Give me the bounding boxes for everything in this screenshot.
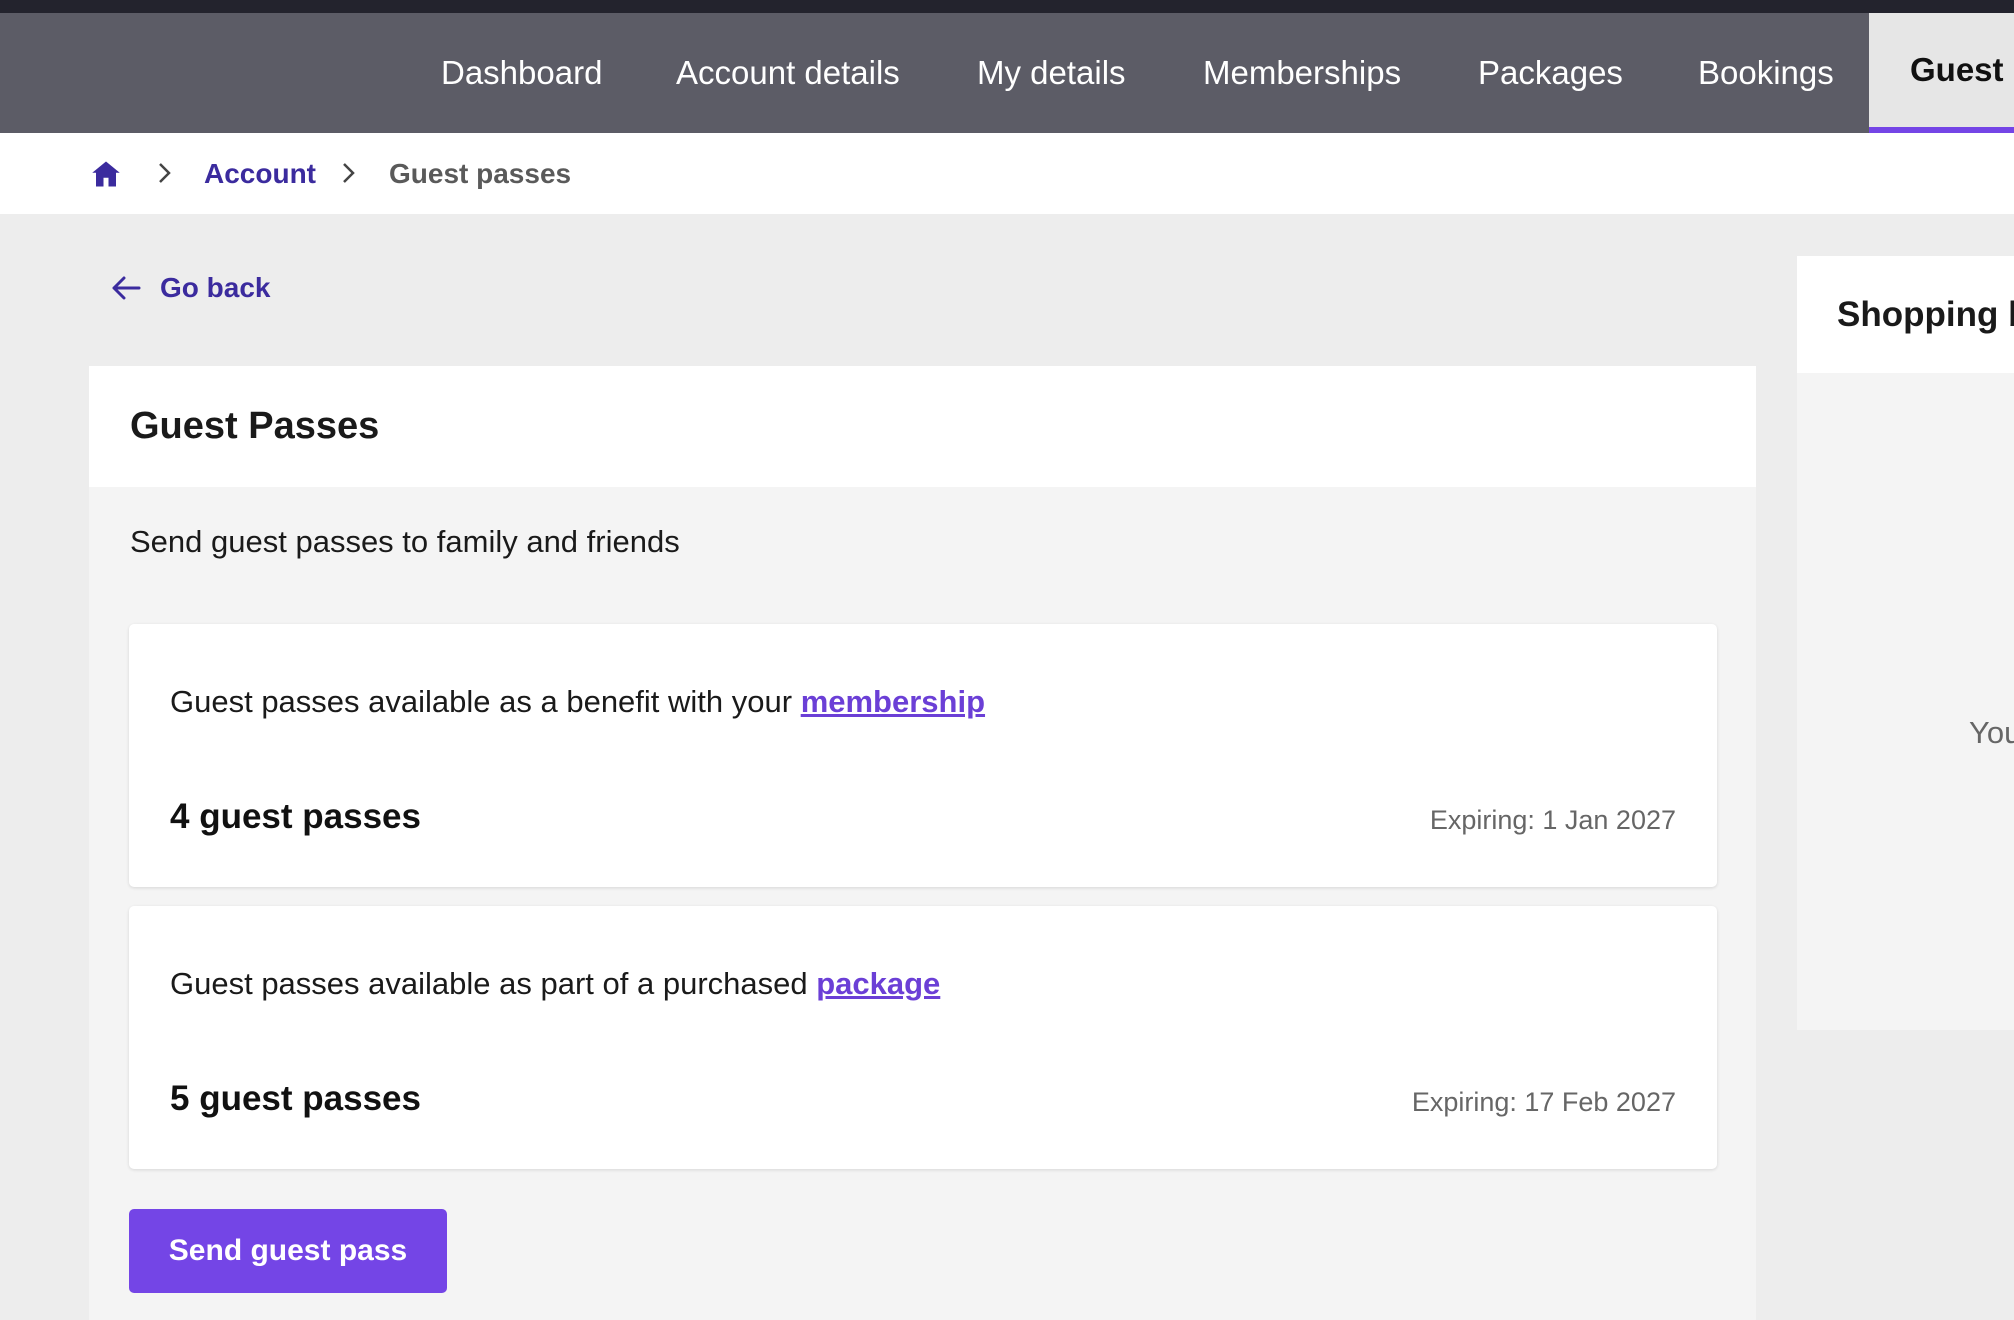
breadcrumb: Account Guest passes [0,133,2014,214]
send-guest-pass-button[interactable]: Send guest pass [129,1209,447,1293]
pass-expiry: Expiring: 1 Jan 2027 [1429,805,1676,835]
go-back-label: Go back [160,272,271,303]
shopping-basket-empty-text: You [1969,715,2014,750]
shopping-basket-panel: Shopping b You [1797,256,2014,1030]
chevron-right-icon [159,163,171,183]
nav-item-my-details[interactable]: My details [977,13,1126,133]
package-pass-card: Guest passes available as part of a purc… [129,906,1717,1169]
chevron-right-icon [343,163,355,183]
card-description: Guest passes available as a benefit with… [170,684,985,720]
pass-count: 5 guest passes [170,1079,421,1118]
breadcrumb-current: Guest passes [389,158,572,189]
nav-item-bookings[interactable]: Bookings [1698,13,1834,133]
shopping-basket-title: Shopping b [1837,295,2014,334]
nav-item-guest-passes[interactable]: Guest p [1869,13,2014,133]
card-description: Guest passes available as part of a purc… [170,966,940,1002]
arrow-left-icon [112,276,141,300]
breadcrumb-account-link[interactable]: Account [204,133,316,214]
nav-item-dashboard[interactable]: Dashboard [441,13,602,133]
panel-header: Guest Passes [89,366,1756,487]
page-title: Guest Passes [130,405,380,447]
card-description-text: Guest passes available as part of a purc… [170,966,817,1001]
pass-expiry: Expiring: 17 Feb 2027 [1411,1087,1676,1117]
package-link[interactable]: package [816,966,940,1001]
card-description-text: Guest passes available as a benefit with… [170,684,801,719]
membership-pass-card: Guest passes available as a benefit with… [129,624,1717,887]
home-icon[interactable] [91,159,121,189]
top-strip [0,0,2014,13]
nav-item-memberships[interactable]: Memberships [1203,13,1401,133]
guest-passes-panel: Guest Passes Send guest passes to family… [89,366,1756,1320]
account-navbar: Dashboard Account details My details Mem… [0,13,2014,133]
pass-count: 4 guest passes [170,797,421,836]
panel-intro: Send guest passes to family and friends [130,524,680,559]
nav-item-account-details[interactable]: Account details [676,13,900,133]
membership-link[interactable]: membership [801,684,985,719]
shopping-basket-header: Shopping b [1797,256,2014,373]
go-back-link[interactable]: Go back [110,268,270,308]
nav-item-packages[interactable]: Packages [1478,13,1623,133]
